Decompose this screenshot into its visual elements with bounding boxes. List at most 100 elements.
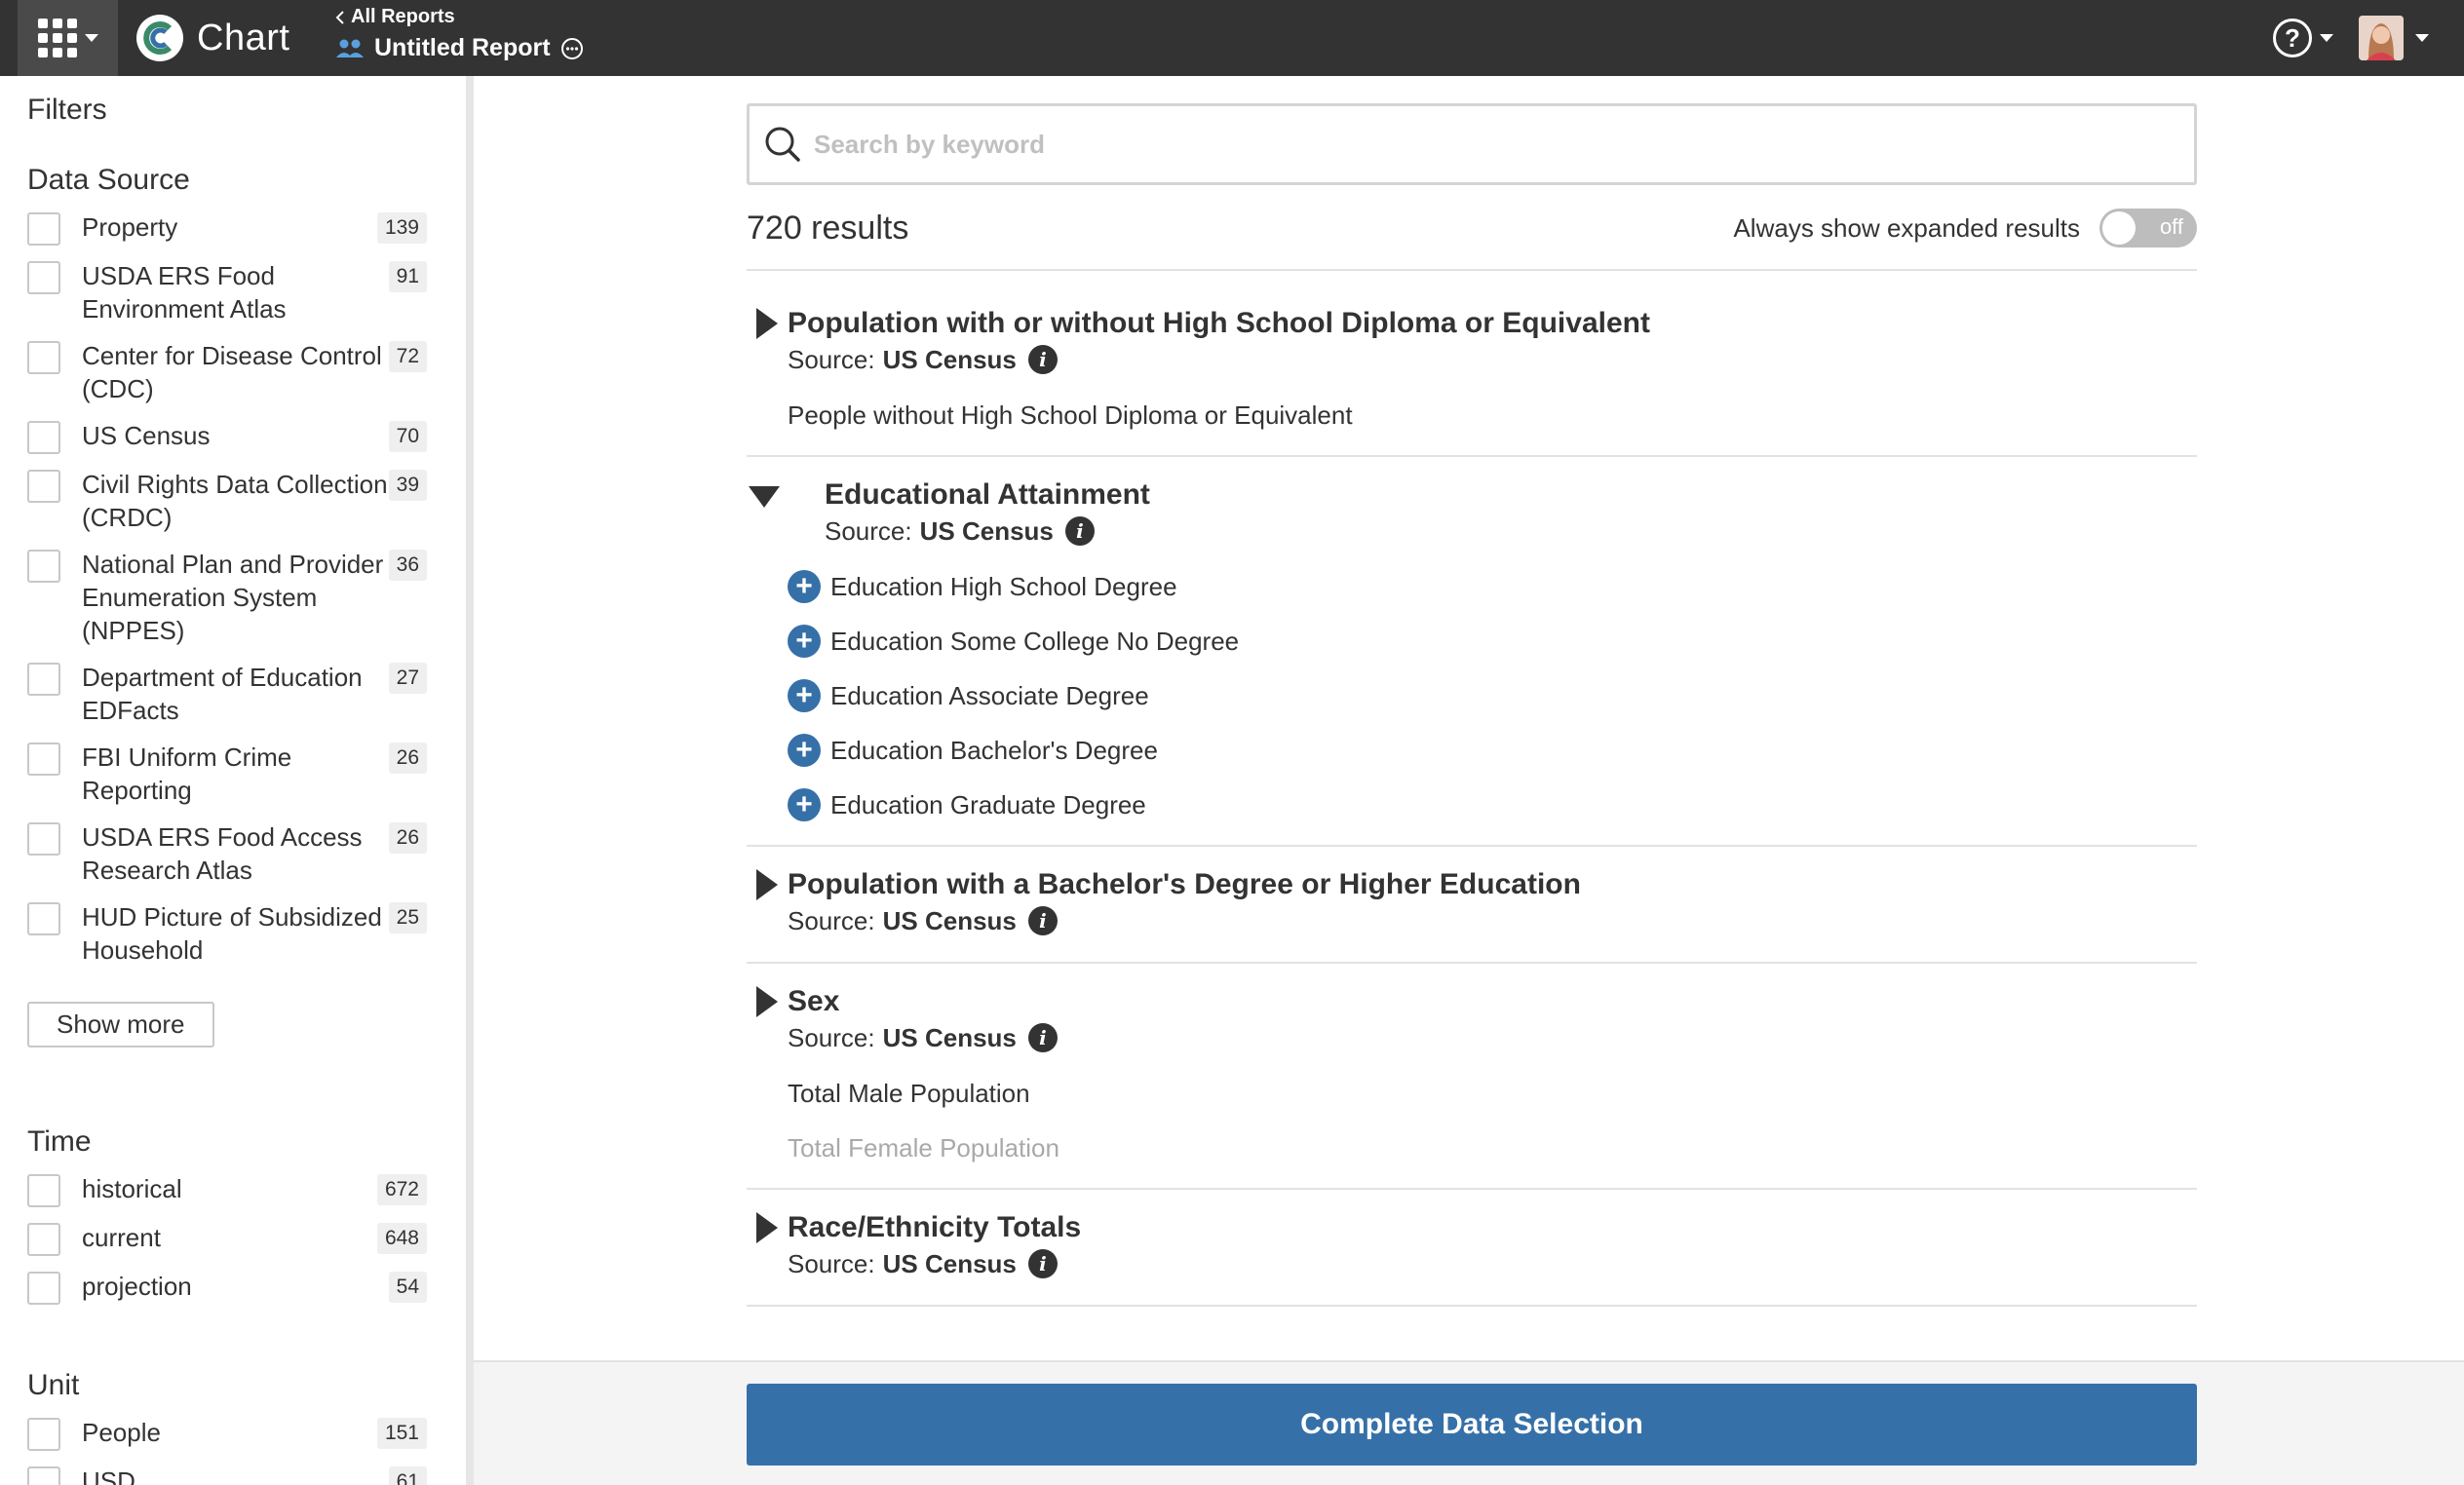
filter-checkbox[interactable] (27, 1272, 60, 1305)
add-icon[interactable]: + (788, 570, 821, 603)
info-icon[interactable]: i (1064, 516, 1095, 546)
apps-menu-button[interactable] (18, 0, 118, 76)
filter-checkbox[interactable] (27, 663, 60, 696)
add-variable-item[interactable]: + Education High School Degree (788, 570, 2197, 603)
result-header: Population with or without High School D… (747, 305, 2197, 377)
variable-label: Education Associate Degree (830, 681, 1149, 710)
filter-checkbox[interactable] (27, 212, 60, 246)
filter-count-badge: 39 (388, 470, 427, 501)
filter-checkbox[interactable] (27, 341, 60, 374)
filter-checkbox[interactable] (27, 421, 60, 454)
filter-count-badge: 27 (388, 663, 427, 694)
source-name: US Census (919, 516, 1054, 546)
info-icon[interactable]: i (1027, 1249, 1058, 1278)
filter-checkbox[interactable] (27, 1174, 60, 1207)
filter-checkbox[interactable] (27, 1466, 60, 1485)
filter-label[interactable]: current (82, 1221, 377, 1254)
filter-label[interactable]: National Plan and Provider Enumeration S… (82, 548, 389, 647)
sidebar-resize-divider[interactable] (466, 76, 474, 1485)
search-box[interactable] (747, 103, 2197, 185)
filter-checkbox[interactable] (27, 1418, 60, 1451)
filter-checkbox[interactable] (27, 742, 60, 776)
result-sub-item[interactable]: Total Male Population (788, 1077, 2197, 1110)
filter-label[interactable]: Department of Education EDFacts (82, 661, 389, 727)
filter-checkbox[interactable] (27, 822, 60, 856)
expand-triangle-icon[interactable] (756, 869, 778, 900)
filter-label[interactable]: Civil Rights Data Collection (CRDC) (82, 468, 389, 534)
show-more-button[interactable]: Show more (27, 1002, 214, 1047)
filter-label[interactable]: People (82, 1416, 377, 1449)
user-menu-button[interactable] (2359, 16, 2429, 60)
result-item: Race/Ethnicity Totals Source: US Census … (747, 1190, 2197, 1307)
result-title[interactable]: Race/Ethnicity Totals (788, 1209, 1081, 1246)
add-variable-item[interactable]: + Education Bachelor's Degree (788, 734, 2197, 767)
filter-count-badge: 151 (376, 1418, 427, 1449)
filter-item: current 648 (27, 1221, 427, 1256)
chevron-down-icon (2415, 34, 2429, 42)
collapse-triangle-icon[interactable] (749, 486, 780, 508)
result-title[interactable]: Population with or without High School D… (788, 305, 1650, 342)
filter-count-badge: 672 (376, 1174, 427, 1205)
add-icon[interactable]: + (788, 625, 821, 658)
result-title[interactable]: Population with a Bachelor's Degree or H… (788, 866, 1581, 903)
filter-label[interactable]: USDA ERS Food Environment Atlas (82, 259, 389, 325)
filter-checkbox[interactable] (27, 470, 60, 503)
filter-label[interactable]: projection (82, 1270, 389, 1303)
filter-checkbox[interactable] (27, 550, 60, 583)
source-label: Source: (825, 516, 912, 546)
filter-checkbox[interactable] (27, 1223, 60, 1256)
search-input[interactable] (814, 129, 2194, 160)
avatar (2359, 16, 2404, 60)
expand-triangle-icon[interactable] (756, 986, 778, 1017)
filter-count-badge: 72 (388, 341, 427, 372)
info-icon[interactable]: i (1027, 345, 1058, 374)
filter-label[interactable]: historical (82, 1172, 377, 1205)
result-text: Race/Ethnicity Totals Source: US Census … (788, 1209, 1081, 1281)
add-variable-item[interactable]: + Education Associate Degree (788, 679, 2197, 712)
filter-item: HUD Picture of Subsidized Household 25 (27, 900, 427, 967)
filter-item: projection 54 (27, 1270, 427, 1305)
report-title[interactable]: Untitled Report (374, 34, 551, 62)
filter-count-badge: 139 (376, 212, 427, 244)
result-title[interactable]: Educational Attainment (825, 476, 1150, 514)
filter-label[interactable]: USD (82, 1465, 389, 1485)
info-icon[interactable]: i (1027, 906, 1058, 935)
filter-label[interactable]: US Census (82, 419, 389, 452)
filter-group-title: Time (27, 1125, 92, 1158)
all-reports-link[interactable]: All Reports (335, 6, 584, 28)
apps-grid-icon (37, 19, 77, 57)
add-variable-item[interactable]: + Education Some College No Degree (788, 625, 2197, 658)
result-text: Sex Source: US Census i (788, 983, 1058, 1055)
filter-group-data-source: Data Source Property 139 USDA ERS Food En… (27, 164, 466, 1083)
filter-item: People 151 (27, 1416, 427, 1451)
add-icon[interactable]: + (788, 734, 821, 767)
add-variable-item[interactable]: + Education Graduate Degree (788, 788, 2197, 821)
result-title[interactable]: Sex (788, 983, 1058, 1020)
source-name: US Census (882, 345, 1017, 374)
search-icon (765, 127, 800, 162)
filter-label[interactable]: HUD Picture of Subsidized Household (82, 900, 389, 967)
expand-triangle-icon[interactable] (756, 308, 778, 339)
info-icon[interactable]: i (1027, 1023, 1058, 1052)
filter-label[interactable]: USDA ERS Food Access Research Atlas (82, 820, 389, 887)
result-sub-item[interactable]: People without High School Diploma or Eq… (788, 399, 2197, 432)
filter-label[interactable]: Center for Disease Control (CDC) (82, 339, 389, 405)
filter-checkbox[interactable] (27, 902, 60, 935)
filter-label[interactable]: Property (82, 210, 377, 244)
help-menu-button[interactable]: ? (2273, 19, 2333, 57)
filter-item: Civil Rights Data Collection (CRDC) 39 (27, 468, 427, 534)
add-icon[interactable]: + (788, 679, 821, 712)
chevron-left-icon (335, 10, 344, 24)
expand-triangle-icon[interactable] (756, 1212, 778, 1243)
add-icon[interactable]: + (788, 788, 821, 821)
brand[interactable]: Chart (136, 0, 289, 76)
complete-data-selection-button[interactable]: Complete Data Selection (747, 1384, 2197, 1466)
all-reports-label: All Reports (351, 6, 455, 27)
more-options-icon[interactable] (560, 37, 584, 60)
filter-group-unit: Unit People 151 USD 61 (27, 1369, 466, 1485)
filter-label[interactable]: FBI Uniform Crime Reporting (82, 741, 389, 807)
filter-checkbox[interactable] (27, 261, 60, 294)
result-sub-item[interactable]: Total Female Population (788, 1131, 2197, 1164)
chevron-down-icon (84, 34, 98, 42)
expanded-results-toggle[interactable]: off (2099, 209, 2197, 248)
